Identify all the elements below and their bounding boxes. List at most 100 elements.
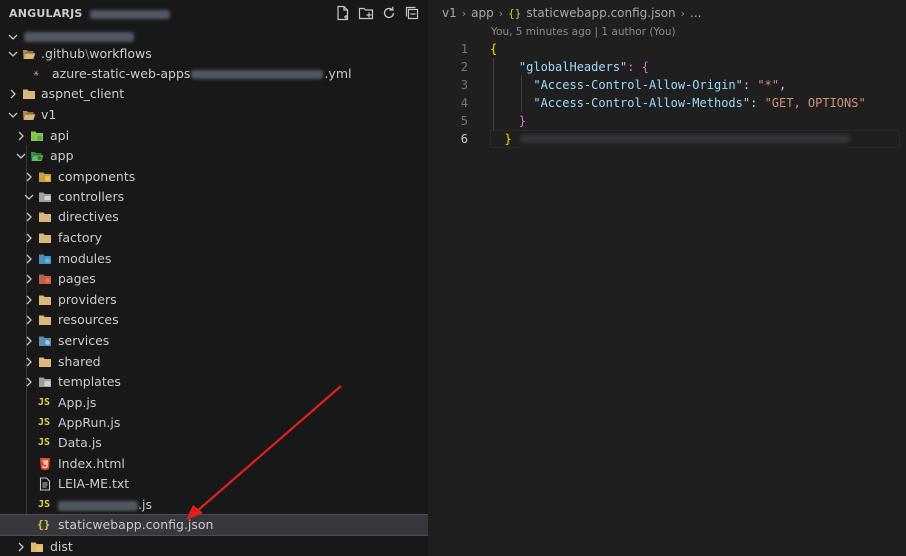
redacted-text [89, 9, 170, 19]
tree-item-label: v1 [41, 107, 57, 122]
code-token: , [779, 78, 787, 92]
workspace-name: ANGULARJS [9, 7, 83, 20]
controllers-folder-icon [39, 192, 51, 202]
js-file-icon: JS [38, 397, 51, 408]
folder-icon [39, 212, 51, 222]
explorer-actions [335, 5, 420, 21]
refresh-icon[interactable] [381, 5, 397, 21]
tree-item-label: azure-static-web-apps [52, 66, 191, 81]
chevron-right-icon [26, 233, 32, 243]
folder-open-icon [23, 111, 36, 120]
tree-item-dist[interactable]: dist [0, 537, 428, 556]
new-folder-icon[interactable] [358, 5, 374, 21]
chevron-down-icon [8, 34, 18, 40]
code-token: "Access-Control-Allow-Methods" [533, 96, 751, 110]
tree-item-label: templates [58, 374, 121, 389]
folder-icon [39, 357, 51, 367]
modules-folder-icon [39, 254, 51, 264]
new-file-icon[interactable] [335, 5, 351, 21]
codelens-blame[interactable]: You, 5 minutes ago | 1 author (You) [491, 26, 676, 38]
components-folder-icon [39, 172, 51, 182]
tree-item-github[interactable]: .github\workflows [0, 44, 428, 64]
js-file-icon: JS [38, 417, 51, 428]
chevron-right-icon [26, 254, 32, 264]
breadcrumb-item[interactable]: v1 [442, 6, 457, 20]
collapse-all-icon[interactable] [404, 5, 420, 21]
tree-item-label: components [58, 169, 136, 184]
code-token: : [742, 78, 758, 92]
code-line-4: "Access-Control-Allow-Methods": "GET, OP… [490, 94, 865, 112]
tree-item-label: .js [138, 497, 152, 512]
json-file-icon: {} [508, 6, 522, 20]
breadcrumb-item[interactable]: app [471, 6, 494, 20]
chevron-right-icon [26, 274, 32, 284]
code-line-3: "Access-Control-Allow-Origin": "*", [490, 76, 786, 94]
tree-item-label: app [50, 148, 74, 163]
code-token: { [490, 42, 498, 56]
tree-item-templates[interactable]: templates [0, 372, 428, 392]
code-token: "Access-Control-Allow-Origin" [533, 78, 743, 92]
chevron-right-icon [26, 172, 32, 182]
tree-item-pages[interactable]: pages [0, 269, 428, 289]
folder-icon [23, 89, 35, 99]
tree-item-app-js[interactable]: JS App.js [0, 393, 428, 413]
tree-item-workflow-yml[interactable]: ✳ azure-static-web-apps .yml [0, 64, 428, 84]
code-token: } [518, 114, 527, 128]
code-token: } [504, 132, 512, 146]
js-file-icon: JS [38, 499, 51, 510]
chevron-right-icon [26, 336, 32, 346]
breadcrumb-item[interactable]: ... [690, 6, 701, 20]
redacted-text [520, 135, 850, 143]
tree-item-components[interactable]: components [0, 167, 428, 187]
templates-folder-icon [39, 377, 51, 387]
tree-item-app[interactable]: app [0, 146, 428, 166]
explorer-header: ANGULARJS [0, 0, 428, 26]
line-number: 4 [460, 96, 468, 110]
chevron-right-icon [18, 542, 24, 552]
folder-icon [39, 295, 51, 305]
tree-item-data-js[interactable]: JS Data.js [0, 433, 428, 453]
chevron-right-icon [10, 89, 16, 99]
tree-item-v1[interactable]: v1 [0, 105, 428, 125]
breadcrumb-item[interactable]: staticwebapp.config.json [526, 6, 675, 20]
code-line-1: { [490, 40, 497, 58]
tree-item-controllers[interactable]: controllers [0, 187, 428, 207]
tree-item-services[interactable]: services [0, 331, 428, 351]
tree-item-label: Data.js [58, 435, 102, 450]
json-file-icon: {} [37, 518, 51, 531]
tree-item-providers[interactable]: providers [0, 290, 428, 310]
tree-item-resources[interactable]: resources [0, 310, 428, 330]
tree-item-redacted-js[interactable]: JS .js [0, 495, 428, 515]
chevron-right-icon [26, 377, 32, 387]
tree-item-shared[interactable]: shared [0, 352, 428, 372]
tree-item-label: LEIA-ME.txt [58, 476, 130, 491]
tree-item-modules[interactable]: modules [0, 249, 428, 269]
tree-item-aspnet-client[interactable]: aspnet_client [0, 84, 428, 104]
tree-item-staticwebapp-config[interactable]: {} staticwebapp.config.json [0, 514, 429, 536]
chevron-right-icon: › [498, 6, 504, 20]
app-folder-icon [31, 152, 44, 161]
tree-item-index-html[interactable]: Index.html [0, 454, 428, 474]
chevron-right-icon [26, 295, 32, 305]
breadcrumb: v1 › app › {} staticwebapp.config.json ›… [442, 6, 702, 20]
tree-item-factory[interactable]: factory [0, 228, 428, 248]
line-number: 5 [460, 114, 468, 128]
redacted-text [58, 500, 138, 511]
yml-file-icon: ✳ [33, 68, 40, 79]
tree-item-leia-me[interactable]: LEIA-ME.txt [0, 474, 428, 494]
dist-folder-icon [31, 542, 43, 552]
tree-item-label: App.js [58, 395, 97, 410]
code-line-6: } [490, 130, 512, 148]
chevron-down-icon [16, 153, 26, 159]
tree-item-directives[interactable]: directives [0, 207, 428, 227]
chevron-right-icon [26, 315, 32, 325]
tree-item-label: factory [58, 230, 103, 245]
chevron-right-icon [26, 212, 32, 222]
tree-item-label: .github [41, 46, 86, 61]
tree-item-label: resources [58, 312, 119, 327]
tree-item-apprun-js[interactable]: JS AppRun.js [0, 413, 428, 433]
chevron-right-icon: › [680, 6, 686, 20]
folder-icon [39, 315, 51, 325]
code-token: "globalHeaders" [518, 60, 628, 74]
tree-item-api[interactable]: api [0, 126, 428, 146]
